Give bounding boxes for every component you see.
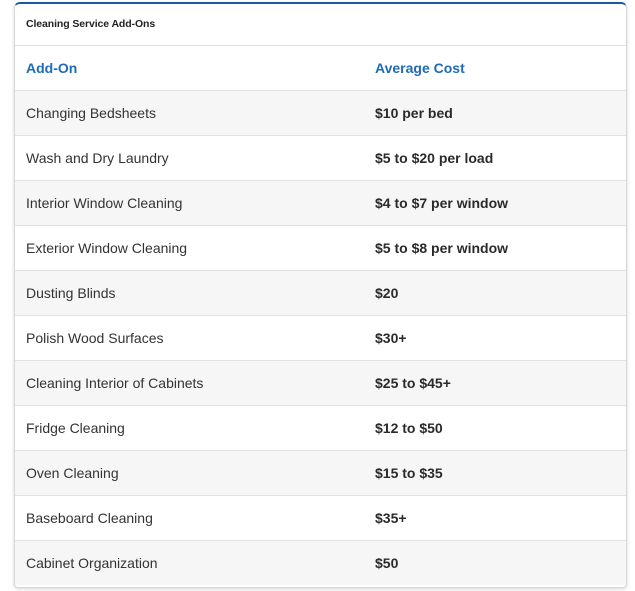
cost-cell: $4 to $7 per window bbox=[364, 180, 626, 226]
addon-cell: Changing Bedsheets bbox=[15, 90, 364, 136]
addon-cell: Exterior Window Cleaning bbox=[15, 225, 364, 271]
addons-table-card: Cleaning Service Add-Ons Add-On Average … bbox=[14, 2, 627, 588]
addon-cell: Interior Window Cleaning bbox=[15, 180, 364, 226]
table-row: Fridge Cleaning $12 to $50 bbox=[15, 405, 626, 451]
table-row: Oven Cleaning $15 to $35 bbox=[15, 450, 626, 496]
addon-cell: Dusting Blinds bbox=[15, 270, 364, 316]
cost-cell: $12 to $50 bbox=[364, 405, 626, 451]
table-row: Cabinet Organization $50 bbox=[15, 540, 626, 585]
table-row: Baseboard Cleaning $35+ bbox=[15, 495, 626, 541]
table-body: Changing Bedsheets $10 per bed Wash and … bbox=[15, 90, 626, 585]
cost-cell: $5 to $8 per window bbox=[364, 225, 626, 271]
header-row: Add-On Average Cost bbox=[15, 46, 626, 91]
addons-table: Add-On Average Cost Changing Bedsheets $… bbox=[15, 46, 626, 585]
addon-cell: Baseboard Cleaning bbox=[15, 495, 364, 541]
table-row: Polish Wood Surfaces $30+ bbox=[15, 315, 626, 361]
table-row: Wash and Dry Laundry $5 to $20 per load bbox=[15, 135, 626, 181]
cost-cell: $20 bbox=[364, 270, 626, 316]
cost-cell: $15 to $35 bbox=[364, 450, 626, 496]
table-row: Exterior Window Cleaning $5 to $8 per wi… bbox=[15, 225, 626, 271]
addon-cell: Polish Wood Surfaces bbox=[15, 315, 364, 361]
cost-cell: $5 to $20 per load bbox=[364, 135, 626, 181]
cost-cell: $10 per bed bbox=[364, 90, 626, 136]
cost-cell: $50 bbox=[364, 540, 626, 585]
cost-cell: $30+ bbox=[364, 315, 626, 361]
addon-cell: Fridge Cleaning bbox=[15, 405, 364, 451]
cost-cell: $25 to $45+ bbox=[364, 360, 626, 406]
table-row: Dusting Blinds $20 bbox=[15, 270, 626, 316]
table-row: Changing Bedsheets $10 per bed bbox=[15, 90, 626, 136]
addon-cell: Oven Cleaning bbox=[15, 450, 364, 496]
table-header: Add-On Average Cost bbox=[15, 46, 626, 91]
addon-cell: Wash and Dry Laundry bbox=[15, 135, 364, 181]
table-row: Interior Window Cleaning $4 to $7 per wi… bbox=[15, 180, 626, 226]
cost-cell: $35+ bbox=[364, 495, 626, 541]
addon-cell: Cabinet Organization bbox=[15, 540, 364, 585]
table-caption: Cleaning Service Add-Ons bbox=[15, 4, 626, 46]
addon-cell: Cleaning Interior of Cabinets bbox=[15, 360, 364, 406]
column-header-addon: Add-On bbox=[15, 46, 364, 91]
table-row: Cleaning Interior of Cabinets $25 to $45… bbox=[15, 360, 626, 406]
column-header-average-cost: Average Cost bbox=[364, 46, 626, 91]
